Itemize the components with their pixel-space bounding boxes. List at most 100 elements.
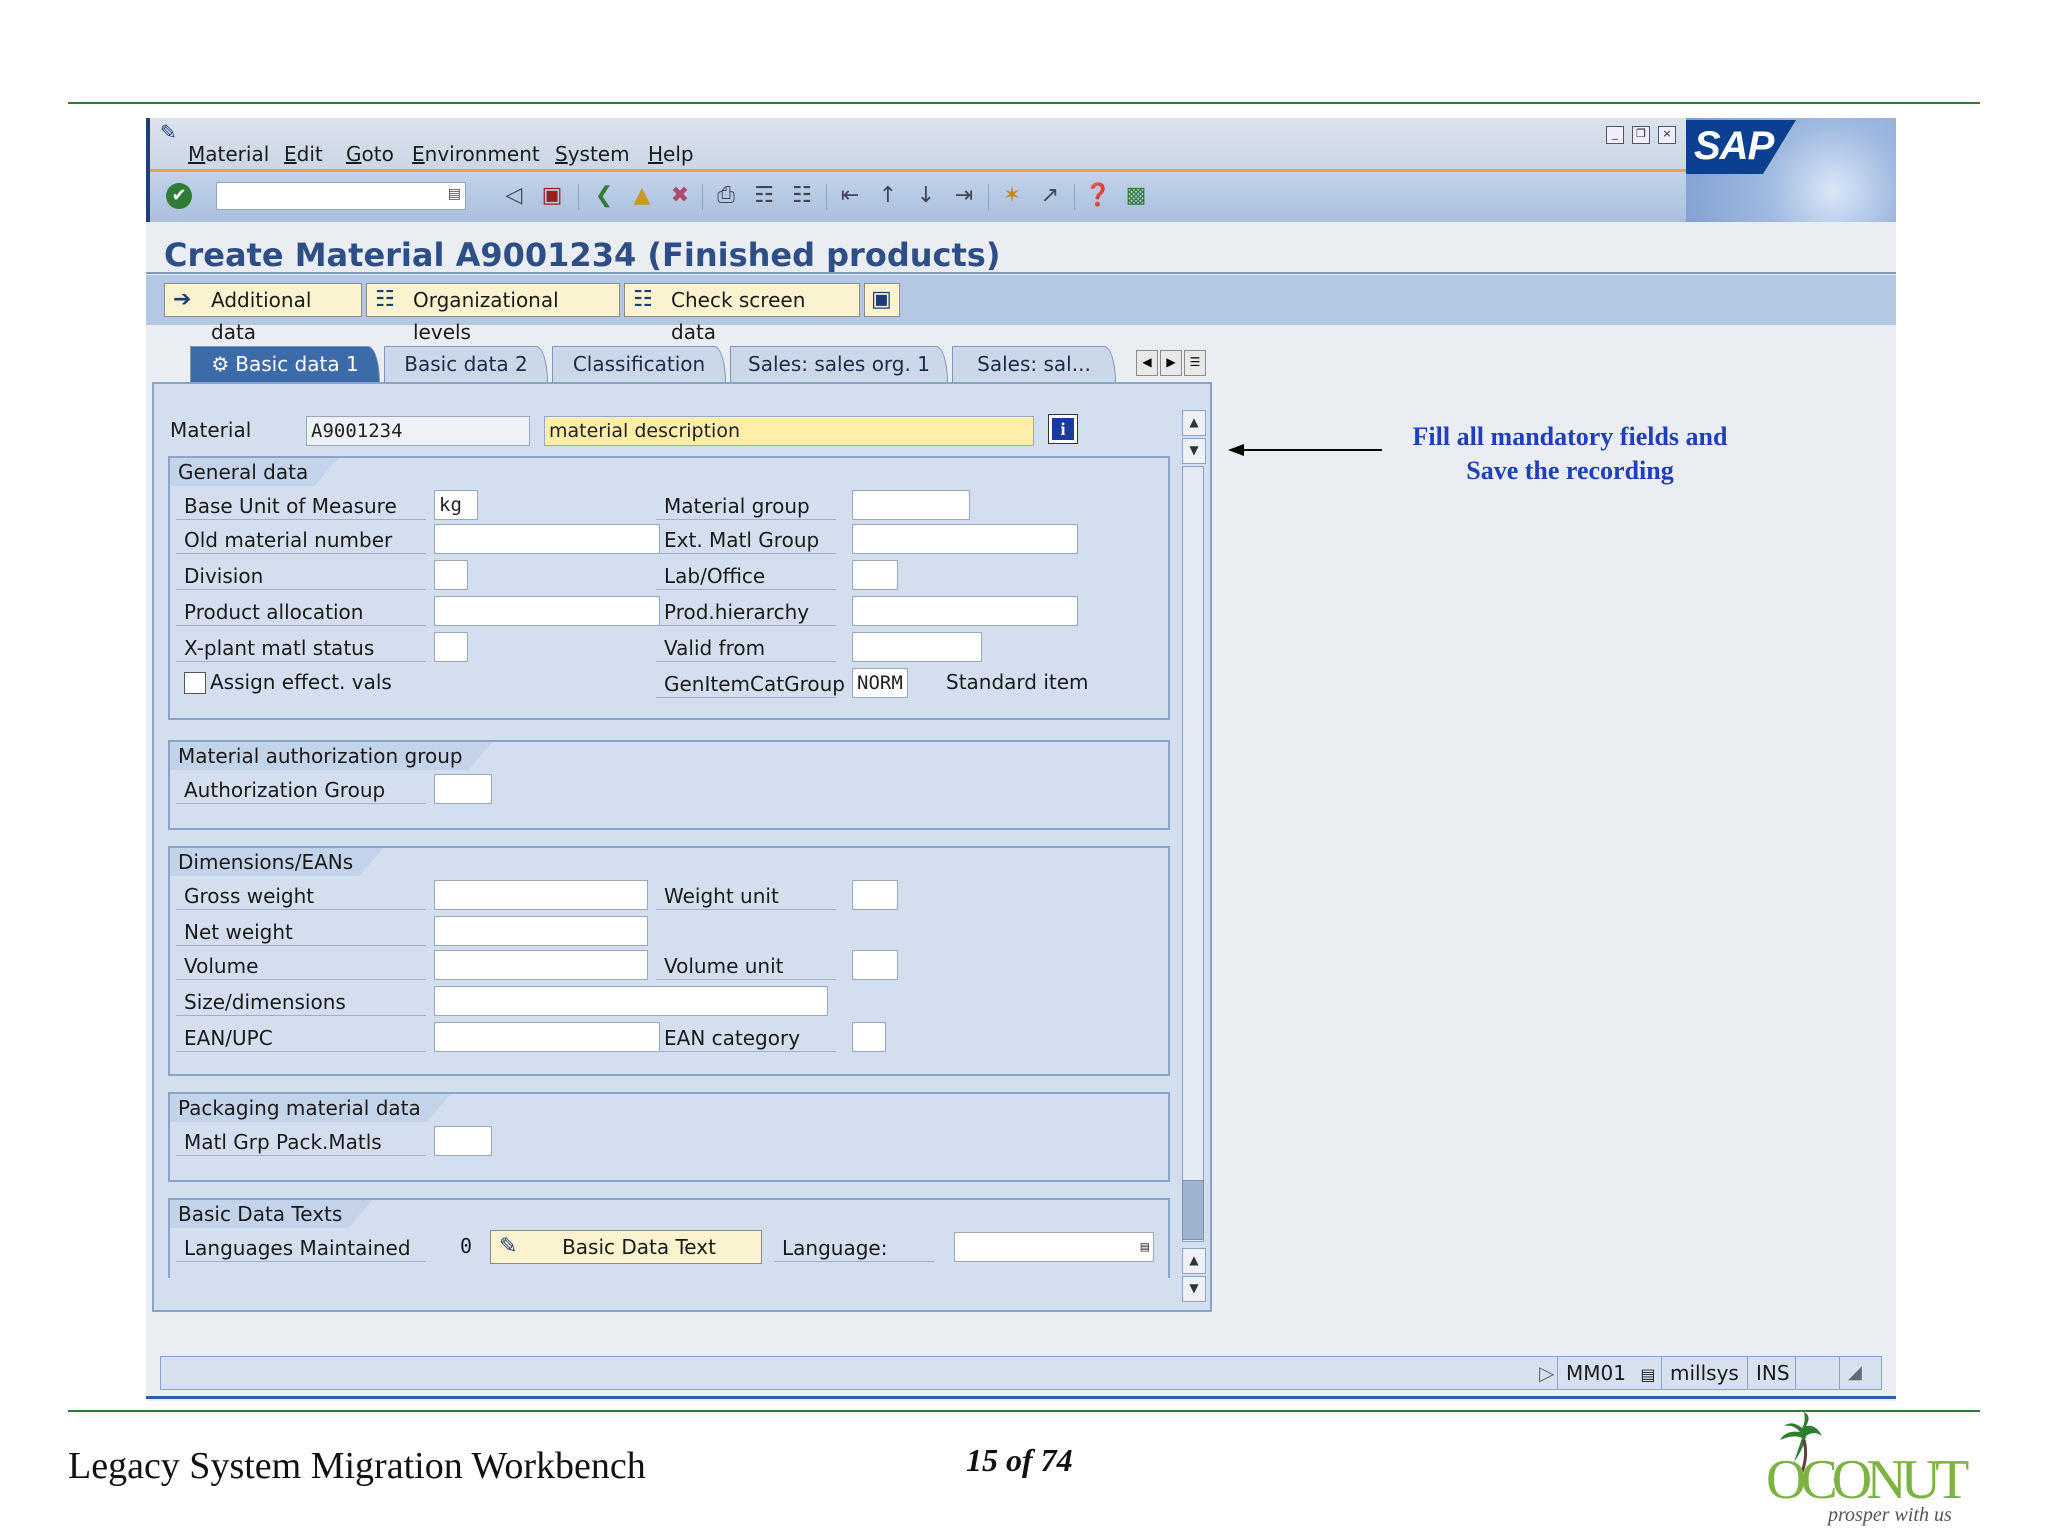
division-field[interactable] (434, 560, 468, 590)
tab-basic-data-2[interactable]: Basic data 2 (384, 346, 548, 382)
volume-unit-label: Volume unit (656, 952, 836, 980)
ean-upc-field[interactable] (434, 1022, 660, 1052)
ean-category-label: EAN category (656, 1024, 836, 1052)
old-material-field[interactable] (434, 524, 660, 554)
size-dimensions-field[interactable] (434, 986, 828, 1016)
find-next-icon[interactable]: ☷ (788, 182, 816, 210)
lock-button[interactable]: ▣ (864, 283, 900, 317)
matl-grp-pack-field[interactable] (434, 1126, 492, 1156)
xplant-status-field[interactable] (434, 632, 468, 662)
gen-item-cat-field[interactable]: NORM (852, 668, 908, 698)
toolbar-separator (988, 184, 989, 210)
annotation: Fill all mandatory fields and Save the r… (1340, 420, 1800, 488)
scroll-top-icon[interactable]: ▲ (1182, 410, 1206, 436)
lab-office-field[interactable] (852, 560, 898, 590)
status-system: millsys (1661, 1357, 1747, 1389)
menu-help[interactable]: Help (648, 142, 694, 166)
status-list-icon[interactable]: ▤ (1640, 1365, 1655, 1384)
status-mode[interactable]: INS (1747, 1357, 1795, 1389)
exit-icon[interactable]: ▲ (628, 182, 656, 210)
menu-edit[interactable]: Edit (284, 142, 323, 166)
language-field[interactable]: ▤ (954, 1232, 1154, 1262)
window-bottom-border (146, 1396, 1896, 1399)
basic-data-text-button[interactable]: ✎ Basic Data Text (490, 1230, 762, 1264)
authorization-group-label: Authorization Group (176, 776, 426, 804)
dimensions-group: Dimensions/EANs Gross weight Net weight … (168, 846, 1170, 1076)
vertical-scrollbar[interactable]: ▲ ▼ ▲ ▼ (1182, 382, 1206, 1308)
resize-grip-icon[interactable]: ◢ (1839, 1357, 1881, 1389)
close-icon[interactable]: × (1658, 126, 1676, 144)
tab-sales-more[interactable]: Sales: sal... (952, 346, 1116, 382)
info-icon[interactable]: i (1048, 414, 1078, 444)
authorization-group-field[interactable] (434, 774, 492, 804)
scroll-down-icon[interactable]: ▲ (1182, 1248, 1206, 1274)
restore-icon[interactable]: ❐ (1632, 126, 1650, 144)
additional-data-button[interactable]: ➔ Additional data (164, 283, 362, 344)
help-icon[interactable]: ❓ (1084, 182, 1112, 210)
command-dropdown-icon[interactable]: ▤ (448, 186, 461, 202)
check-screen-data-button[interactable]: ☷ Check screen data (624, 283, 860, 344)
tab-sales-org-1[interactable]: Sales: sales org. 1 (730, 346, 948, 382)
scroll-up-icon[interactable]: ▼ (1182, 438, 1206, 464)
menu-material[interactable]: Material (188, 142, 269, 166)
standard-toolbar: ✔ ▤ ◁ ▣ ❮ ▲ ✖ ⎙ ☶ ☷ ⇤ ↑ ↓ ⇥ ✶ ↗ ❓ ▩ (146, 172, 1686, 222)
menu-environment[interactable]: Environment (412, 142, 540, 166)
coconut-logo: OCONUT prosper with us (1764, 1410, 1984, 1530)
scroll-thumb[interactable] (1182, 1180, 1204, 1240)
assign-effect-checkbox[interactable] (184, 672, 206, 694)
weight-unit-field[interactable] (852, 880, 898, 910)
tab-scroll-left-icon[interactable]: ◀ (1136, 350, 1158, 376)
basic-texts-group: Basic Data Texts Languages Maintained 0 … (168, 1198, 1170, 1278)
tab-classification[interactable]: Classification (552, 346, 726, 382)
base-uom-field[interactable]: kg (434, 490, 478, 520)
menu-goto[interactable]: Goto (346, 142, 394, 166)
back-arrow-small-icon[interactable]: ◁ (500, 182, 528, 210)
prod-hierarchy-label: Prod.hierarchy (656, 598, 836, 626)
system-menu-icon[interactable]: ✎ (160, 120, 177, 144)
print-icon[interactable]: ⎙ (712, 182, 740, 210)
material-description-field[interactable]: material description (544, 416, 1034, 446)
dimensions-title: Dimensions/EANs (170, 848, 383, 876)
scroll-track[interactable] (1182, 466, 1204, 1242)
save-icon[interactable]: ▣ (538, 182, 566, 210)
tab-list-icon[interactable]: ☰ (1184, 350, 1206, 376)
product-allocation-label: Product allocation (176, 598, 426, 626)
shortcut-icon[interactable]: ↗ (1036, 182, 1064, 210)
find-icon[interactable]: ☶ (750, 182, 778, 210)
last-page-icon[interactable]: ⇥ (950, 182, 978, 210)
language-dropdown-icon[interactable]: ▤ (1141, 1233, 1149, 1261)
valid-from-field[interactable] (852, 632, 982, 662)
previous-page-icon[interactable]: ↑ (874, 182, 902, 210)
annotation-line-1: Fill all mandatory fields and (1412, 422, 1728, 451)
base-uom-label: Base Unit of Measure (176, 492, 426, 520)
enter-check-icon[interactable]: ✔ (166, 183, 192, 209)
net-weight-field[interactable] (434, 916, 648, 946)
status-bar: ▷ MM01 ▤ millsys INS ◢ (160, 1356, 1882, 1390)
volume-field[interactable] (434, 950, 648, 980)
material-group-field[interactable] (852, 490, 970, 520)
menu-system[interactable]: System (555, 142, 630, 166)
tab-basic-data-1[interactable]: ⚙ Basic data 1 (190, 346, 380, 382)
minimize-icon[interactable]: _ (1606, 126, 1624, 144)
scroll-bottom-icon[interactable]: ▼ (1182, 1276, 1206, 1302)
layout-menu-icon[interactable]: ▩ (1122, 182, 1150, 210)
prod-hierarchy-field[interactable] (852, 596, 1078, 626)
ext-matl-group-field[interactable] (852, 524, 1078, 554)
status-expand-icon[interactable]: ▷ (1531, 1357, 1554, 1389)
gen-item-cat-label: GenItemCatGroup (656, 670, 845, 698)
ean-category-field[interactable] (852, 1022, 886, 1052)
material-number-field[interactable]: A9001234 (306, 416, 530, 446)
first-page-icon[interactable]: ⇤ (836, 182, 864, 210)
next-page-icon[interactable]: ↓ (912, 182, 940, 210)
cancel-icon[interactable]: ✖ (666, 182, 694, 210)
lock-icon: ▣ (871, 287, 892, 312)
product-allocation-field[interactable] (434, 596, 660, 626)
title-rule (146, 272, 1896, 274)
org-levels-button[interactable]: ☷ Organizational levels (366, 283, 620, 344)
command-field[interactable]: ▤ (216, 182, 466, 210)
volume-unit-field[interactable] (852, 950, 898, 980)
back-icon[interactable]: ❮ (590, 182, 618, 210)
new-session-icon[interactable]: ✶ (998, 182, 1026, 210)
tab-scroll-right-icon[interactable]: ▶ (1160, 350, 1182, 376)
gross-weight-field[interactable] (434, 880, 648, 910)
